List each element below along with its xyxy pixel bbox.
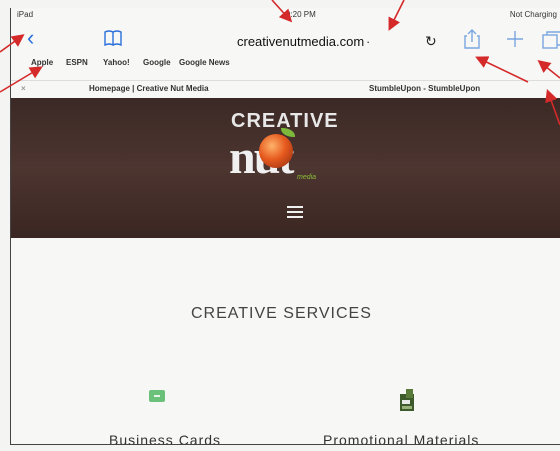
tab-bar: × Homepage | Creative Nut Media StumbleU… (11, 80, 560, 97)
tab-close-icon[interactable]: × (21, 84, 26, 93)
service-promotional-materials[interactable]: Promotional Materials (323, 432, 479, 444)
favorite-yahoo[interactable]: Yahoo! (103, 58, 130, 67)
battery-status: Not Charging (509, 10, 557, 19)
address-bar[interactable]: creativenutmedia.com (237, 34, 364, 49)
address-bar-dot: · (366, 34, 371, 49)
business-card-icon[interactable] (149, 390, 165, 402)
section-title: CREATIVE SERVICES (191, 305, 372, 322)
favorite-google-news[interactable]: Google News (179, 58, 230, 67)
status-bar: iPad 9:20 PM Not Charging (11, 8, 560, 24)
browser-toolbar: ‹ creativenutmedia.com · ↻ (11, 24, 560, 54)
clock: 9:20 PM (286, 10, 316, 19)
back-icon[interactable]: ‹ (27, 27, 43, 49)
favorite-google[interactable]: Google (143, 58, 171, 67)
carrier-label: iPad (17, 10, 34, 19)
site-header: CREATIVE nut media (11, 98, 560, 238)
share-icon[interactable] (463, 28, 481, 50)
promotional-materials-icon[interactable] (399, 388, 415, 412)
logo-tagline: media (297, 174, 317, 181)
favorite-apple[interactable]: Apple (31, 58, 53, 67)
favorites-bar: Apple ESPN Yahoo! Google Google News (11, 56, 560, 72)
nut-icon (259, 134, 293, 168)
menu-icon[interactable] (287, 206, 303, 220)
tabs-icon[interactable] (541, 30, 560, 50)
site-logo[interactable]: CREATIVE nut media (221, 110, 381, 200)
tab-stumbleupon[interactable]: StumbleUpon - StumbleUpon (369, 84, 480, 93)
bookmarks-icon[interactable] (103, 30, 123, 46)
favorite-espn[interactable]: ESPN (66, 58, 88, 67)
reload-icon[interactable]: ↻ (425, 33, 437, 50)
new-tab-icon[interactable] (505, 29, 525, 49)
ipad-safari-screen: iPad 9:20 PM Not Charging ‹ creativenutm… (10, 8, 560, 445)
service-business-cards[interactable]: Business Cards (109, 432, 221, 444)
tab-creative-nut[interactable]: Homepage | Creative Nut Media (89, 84, 209, 93)
